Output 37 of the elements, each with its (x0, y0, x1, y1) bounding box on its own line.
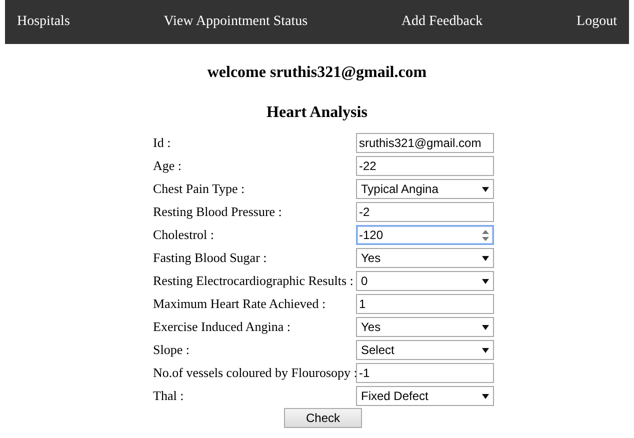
select-dropdown[interactable]: Select (356, 340, 494, 360)
field-label: Maximum Heart Rate Achieved : (153, 296, 327, 312)
field-label: Thal : (153, 388, 185, 404)
caret-icon[interactable] (482, 186, 489, 192)
caret-icon[interactable] (482, 256, 489, 260)
field-label: Resting Blood Pressure : (153, 204, 283, 220)
welcome-text: welcome sruthis321@gmail.com (206, 64, 428, 83)
nav-link[interactable]: Logout (576, 14, 617, 30)
number-field[interactable]: -120 (356, 225, 494, 245)
nav-link[interactable]: Add Feedback (401, 14, 483, 30)
select-dropdown[interactable]: 0 (356, 271, 494, 291)
spinner-icon[interactable] (482, 230, 489, 240)
select-dropdown[interactable]: Yes (356, 317, 494, 337)
field-label: Cholestrol : (153, 227, 216, 243)
field-label: Exercise Induced Angina : (153, 319, 292, 335)
page-heading: Heart Analysis (266, 104, 368, 123)
field-label: Id : (153, 135, 172, 151)
field-label: Resting Electrocardiographic Results : (153, 273, 354, 289)
nav-link[interactable]: Hospitals (17, 14, 70, 30)
select-dropdown[interactable]: Fixed Defect (356, 386, 494, 406)
caret-icon[interactable] (482, 278, 489, 284)
field-label: Chest Pain Type : (153, 181, 246, 197)
caret-icon[interactable] (482, 324, 489, 330)
input-field[interactable]: sruthis321@gmail.com (356, 133, 494, 153)
check-button[interactable]: Check (284, 408, 362, 428)
input-field[interactable]: -1 (356, 363, 494, 383)
field-label: Slope : (153, 342, 190, 358)
nav-link[interactable]: View Appointment Status (164, 14, 308, 30)
select-dropdown[interactable]: Yes (356, 248, 494, 268)
input-field[interactable]: -2 (356, 202, 494, 222)
input-field[interactable]: 1 (356, 294, 494, 314)
input-field[interactable]: -22 (356, 156, 494, 176)
field-label: Fasting Blood Sugar : (153, 250, 268, 266)
field-label: Age : (153, 158, 183, 174)
caret-icon[interactable] (482, 348, 489, 352)
caret-icon[interactable] (482, 394, 489, 398)
select-dropdown[interactable]: Typical Angina (356, 179, 494, 199)
